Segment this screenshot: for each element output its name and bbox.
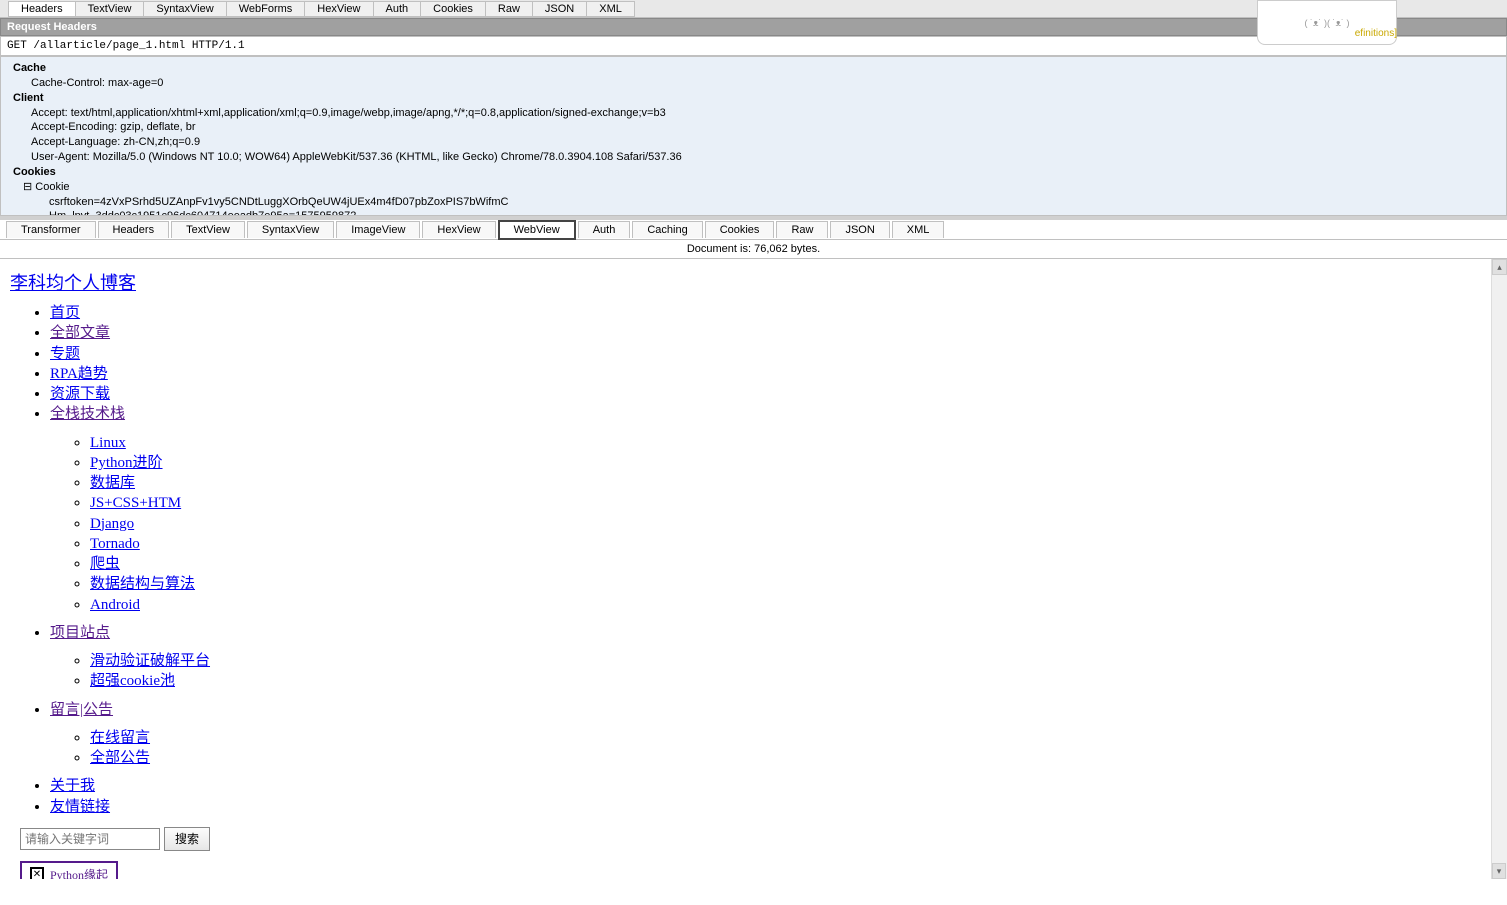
definitions-link-fragment[interactable]: efinitions] bbox=[1355, 28, 1397, 39]
nav-list: 首页全部文章专题 RPA趋势资源下载全栈技术栈 Linux Python进阶数据库 JS… bbox=[10, 303, 1497, 817]
nav-sublink[interactable]: Tornado bbox=[90, 536, 140, 552]
site-title: 李科均个人博客 bbox=[10, 269, 1497, 295]
response-tab-hexview[interactable]: HexView bbox=[422, 221, 495, 238]
nav-item: 项目站点滑动验证破解平台超强cookie池 bbox=[50, 623, 1497, 692]
nav-subitem: 全部公告 bbox=[90, 748, 1497, 768]
response-tab-textview[interactable]: TextView bbox=[171, 221, 245, 238]
nav-item: 资源下载 bbox=[50, 384, 1497, 404]
badge-label: Python缘起 bbox=[50, 866, 108, 879]
header-group-client: Client bbox=[13, 91, 1494, 106]
header-row: Cache-Control: max-age=0 bbox=[13, 76, 1494, 91]
nav-link[interactable]: 全部文章 bbox=[50, 325, 110, 341]
nav-link[interactable]: 专题 bbox=[50, 346, 80, 362]
python-badge[interactable]: ✕ Python缘起 bbox=[20, 861, 118, 879]
response-tabs: TransformerHeadersTextViewSyntaxViewImag… bbox=[0, 220, 1507, 240]
request-tab-raw[interactable]: Raw bbox=[485, 1, 533, 17]
search-input[interactable] bbox=[20, 828, 160, 850]
nav-sublink[interactable]: 数据结构与算法 bbox=[90, 576, 195, 592]
nav-link[interactable]: 留言|公告 bbox=[50, 702, 113, 718]
request-tab-textview[interactable]: TextView bbox=[75, 1, 145, 17]
nav-sublink[interactable]: 超强cookie池 bbox=[90, 673, 175, 689]
webview-scrollbar[interactable]: ▴ ▾ bbox=[1491, 259, 1507, 879]
request-tab-hexview[interactable]: HexView bbox=[304, 1, 373, 17]
nav-subitem: 数据结构与算法 bbox=[90, 574, 1497, 594]
response-tab-headers[interactable]: Headers bbox=[98, 221, 170, 238]
nav-item: 留言|公告在线留言全部公告 bbox=[50, 700, 1497, 769]
request-tab-json[interactable]: JSON bbox=[532, 1, 587, 17]
nav-sublist: Linux Python进阶数据库 JS+CSS+HTM Django Tornado 爬… bbox=[50, 433, 1497, 615]
header-row: Accept-Encoding: gzip, deflate, br bbox=[13, 120, 1494, 135]
nav-sublist: 在线留言全部公告 bbox=[50, 728, 1497, 769]
response-tab-cookies[interactable]: Cookies bbox=[705, 221, 775, 238]
nav-subitem: JS+CSS+HTM bbox=[90, 493, 1497, 513]
response-tab-xml[interactable]: XML bbox=[892, 221, 945, 238]
nav-sublink[interactable]: JS+CSS+HTM bbox=[90, 495, 181, 511]
nav-link[interactable]: 全栈技术栈 bbox=[50, 406, 125, 422]
response-tab-json[interactable]: JSON bbox=[830, 221, 889, 238]
header-group-cache: Cache bbox=[13, 61, 1494, 76]
nav-subitem: 在线留言 bbox=[90, 728, 1497, 748]
nav-item: 友情链接 bbox=[50, 797, 1497, 817]
nav-subitem: Django bbox=[90, 514, 1497, 534]
nav-item: RPA趋势 bbox=[50, 364, 1497, 384]
nav-link[interactable]: 首页 bbox=[50, 305, 80, 321]
response-tab-transformer[interactable]: Transformer bbox=[6, 221, 96, 238]
request-tab-xml[interactable]: XML bbox=[586, 1, 635, 17]
nav-sublink[interactable]: 爬虫 bbox=[90, 556, 120, 572]
scroll-up-icon[interactable]: ▴ bbox=[1492, 259, 1507, 275]
scroll-down-icon[interactable]: ▾ bbox=[1492, 863, 1506, 879]
nav-link[interactable]: 友情链接 bbox=[50, 799, 110, 815]
nav-link[interactable]: 项目站点 bbox=[50, 625, 110, 641]
nav-subitem: Python进阶 bbox=[90, 453, 1497, 473]
nav-item: 首页 bbox=[50, 303, 1497, 323]
nav-sublink[interactable]: Linux bbox=[90, 435, 126, 451]
nav-subitem: Android bbox=[90, 595, 1497, 615]
nav-item: 全部文章 bbox=[50, 323, 1497, 343]
request-tab-auth[interactable]: Auth bbox=[373, 1, 422, 17]
header-group-cookies: Cookies bbox=[13, 165, 1494, 180]
search-button[interactable]: 搜索 bbox=[164, 827, 210, 851]
site-title-link[interactable]: 李科均个人博客 bbox=[10, 273, 136, 293]
request-tab-headers[interactable]: Headers bbox=[8, 1, 76, 17]
nav-sublink[interactable]: 滑动验证破解平台 bbox=[90, 653, 210, 669]
nav-link[interactable]: 关于我 bbox=[50, 778, 95, 794]
nav-sublink[interactable]: 在线留言 bbox=[90, 730, 150, 746]
nav-sublink[interactable]: 全部公告 bbox=[90, 750, 150, 766]
nav-item: 关于我 bbox=[50, 776, 1497, 796]
response-tab-webview[interactable]: WebView bbox=[498, 220, 576, 240]
request-tab-webforms[interactable]: WebForms bbox=[226, 1, 306, 17]
nav-item: 全栈技术栈 Linux Python进阶数据库 JS+CSS+HTM Django Tor… bbox=[50, 404, 1497, 615]
header-row: User-Agent: Mozilla/5.0 (Windows NT 10.0… bbox=[13, 150, 1494, 165]
response-tab-raw[interactable]: Raw bbox=[776, 221, 828, 238]
nav-subitem: 超强cookie池 bbox=[90, 671, 1497, 691]
nav-sublist: 滑动验证破解平台超强cookie池 bbox=[50, 651, 1497, 692]
header-row: Accept: text/html,application/xhtml+xml,… bbox=[13, 106, 1494, 121]
request-headers-body: CacheCache-Control: max-age=0ClientAccep… bbox=[0, 56, 1507, 216]
nav-subitem: 数据库 bbox=[90, 473, 1497, 493]
response-tab-syntaxview[interactable]: SyntaxView bbox=[247, 221, 334, 238]
response-tab-imageview[interactable]: ImageView bbox=[336, 221, 420, 238]
nav-sublink[interactable]: Python进阶 bbox=[90, 455, 163, 471]
close-icon[interactable]: ✕ bbox=[30, 867, 44, 879]
response-tab-auth[interactable]: Auth bbox=[578, 221, 631, 238]
nav-sublink[interactable]: Android bbox=[90, 597, 140, 613]
cookie-toggle[interactable]: Cookie bbox=[13, 180, 1494, 195]
nav-subitem: Linux bbox=[90, 433, 1497, 453]
request-tab-cookies[interactable]: Cookies bbox=[420, 1, 486, 17]
nav-link[interactable]: RPA趋势 bbox=[50, 366, 108, 382]
nav-subitem: Tornado bbox=[90, 534, 1497, 554]
nav-link[interactable]: 资源下载 bbox=[50, 386, 110, 402]
request-tab-syntaxview[interactable]: SyntaxView bbox=[143, 1, 226, 17]
nav-subitem: 滑动验证破解平台 bbox=[90, 651, 1497, 671]
document-size-label: Document is: 76,062 bytes. bbox=[0, 240, 1507, 259]
nav-sublink[interactable]: Django bbox=[90, 516, 134, 532]
webview-panel[interactable]: ▴ ▾ 李科均个人博客 首页全部文章专题 RPA趋势资源下载全栈技术栈 Linux P… bbox=[0, 259, 1507, 879]
nav-item: 专题 bbox=[50, 344, 1497, 364]
nav-subitem: 爬虫 bbox=[90, 554, 1497, 574]
response-tab-caching[interactable]: Caching bbox=[632, 221, 702, 238]
cookie-value: csrftoken=4zVxPSrhd5UZAnpFv1vy5CNDtLuggX… bbox=[13, 195, 1494, 210]
header-row: Accept-Language: zh-CN,zh;q=0.9 bbox=[13, 135, 1494, 150]
nav-sublink[interactable]: 数据库 bbox=[90, 475, 135, 491]
